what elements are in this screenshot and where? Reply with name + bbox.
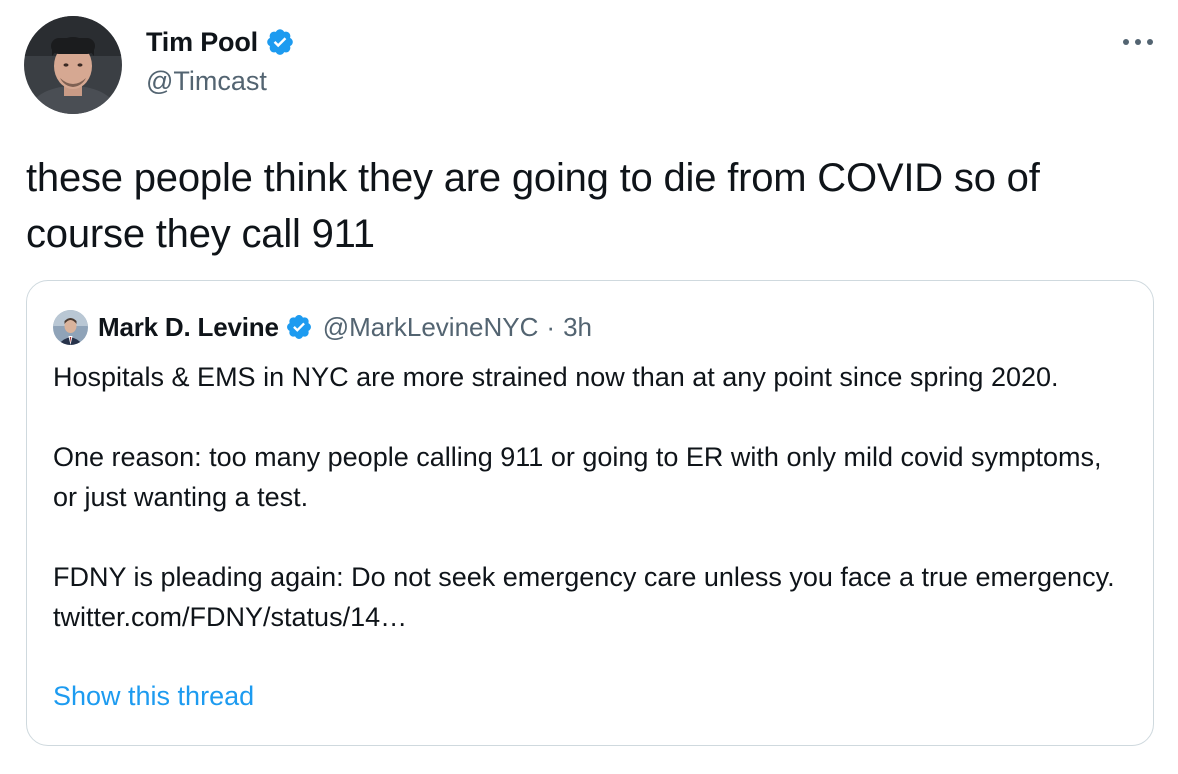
quoted-tweet-card[interactable]: Mark D. Levine @MarkLevineNYC · 3h Hospi… xyxy=(26,280,1154,746)
quoted-author-handle[interactable]: @MarkLevineNYC xyxy=(323,312,539,343)
more-options-button[interactable] xyxy=(1118,30,1158,54)
quoted-tweet-text: Hospitals & EMS in NYC are more strained… xyxy=(53,357,1133,637)
quoted-tweet-paragraph: One reason: too many people calling 911 … xyxy=(53,442,1102,512)
more-horizontal-icon xyxy=(1123,39,1153,45)
quoted-tweet-paragraph: Hospitals & EMS in NYC are more strained… xyxy=(53,362,1059,392)
quoted-author-avatar-photo xyxy=(53,309,88,345)
quoted-author-avatar[interactable] xyxy=(53,309,88,345)
show-thread-link[interactable]: Show this thread xyxy=(53,681,254,712)
author-display-name[interactable]: Tim Pool xyxy=(146,27,258,58)
author-avatar-photo xyxy=(24,16,122,114)
author-handle[interactable]: @Timcast xyxy=(146,66,295,97)
separator-dot: · xyxy=(546,311,556,342)
quoted-tweet-paragraph: FDNY is pleading again: Do not seek emer… xyxy=(53,562,1115,632)
quoted-tweet-timestamp[interactable]: 3h xyxy=(563,312,592,343)
author-info: Tim Pool @Timcast xyxy=(146,24,295,97)
verified-badge-icon xyxy=(285,313,313,341)
author-avatar[interactable] xyxy=(24,16,122,114)
tweet-text: these people think they are going to die… xyxy=(26,156,1040,256)
author-name-row: Tim Pool xyxy=(146,24,295,60)
quoted-tweet-header: Mark D. Levine @MarkLevineNYC · 3h xyxy=(53,309,592,345)
verified-badge-icon xyxy=(265,27,295,57)
tweet: Tim Pool @Timcast these people think the… xyxy=(0,0,1178,774)
quoted-author-display-name[interactable]: Mark D. Levine xyxy=(98,312,279,343)
